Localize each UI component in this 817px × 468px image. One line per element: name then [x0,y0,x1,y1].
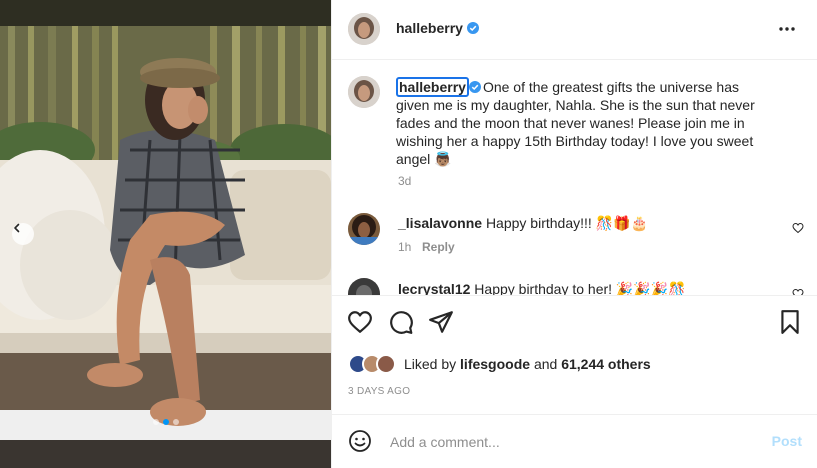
comments-list[interactable]: halleberry One of the greatest gifts the … [332,60,817,296]
carousel-indicator [0,419,331,425]
reply-button[interactable]: Reply [422,240,455,254]
comment-avatar[interactable] [348,213,380,245]
verified-badge-icon [466,22,479,34]
comment-timestamp[interactable]: 1h [398,240,411,254]
liker-avatars[interactable] [348,354,398,374]
carousel-dot-active [162,419,169,425]
photo-illustration [0,0,331,468]
avatar-image [348,213,380,245]
comment-username[interactable]: lecrystal12 [398,281,470,295]
like-comment-heart-icon[interactable] [792,288,804,296]
post-time-ago[interactable]: 3 DAYS AGO [348,386,410,397]
like-comment-heart-icon[interactable] [792,222,804,234]
likes-prefix: Liked by [404,356,457,372]
author-username-text[interactable]: halleberry [396,20,463,36]
carousel-prev-button[interactable] [12,223,34,245]
like-heart-icon[interactable] [347,309,373,335]
comment-avatar[interactable] [348,278,380,295]
avatar-image [348,76,380,108]
carousel-dot [172,419,179,425]
avatar-image [348,278,380,295]
likes-count[interactable]: 61,244 others [561,356,651,372]
caption-avatar[interactable] [348,76,380,108]
chevron-left-icon [14,223,20,233]
post-header: halleberry [332,0,817,60]
add-comment-bar: Post [332,414,817,468]
carousel-dot [152,419,159,425]
likes-summary: Liked by lifesgoode and 61,244 others [348,354,651,374]
more-horizontal-icon [779,27,795,31]
comment-item: lecrystal12 Happy birthday to her! 🎉🎉🎉🎊 [398,281,686,296]
liked-by-username[interactable]: lifesgoode [460,356,530,372]
post-actions [332,296,817,346]
post-photo[interactable] [0,0,331,468]
share-paper-plane-icon[interactable] [428,309,454,335]
post-caption: halleberry One of the greatest gifts the … [396,77,756,168]
comment-username[interactable]: _lisalavonne [398,215,482,231]
author-avatar[interactable] [348,13,380,45]
comment-text: Happy birthday to her! 🎉🎉🎉🎊 [474,281,686,296]
comment-bubble-icon[interactable] [388,309,414,335]
comment-text: Happy birthday!!! 🎊🎁🎂 [485,215,648,231]
verified-badge-icon [468,81,481,93]
author-username[interactable]: halleberry [396,20,479,36]
caption-timestamp[interactable]: 3d [398,174,411,188]
emoji-icon[interactable] [348,429,372,453]
post-comment-button[interactable]: Post [772,433,802,449]
likes-connector: and [533,356,558,372]
avatar-image [348,13,380,45]
save-bookmark-icon[interactable] [777,309,803,335]
post-side-panel: halleberry halleberry One of the greatest… [331,0,817,468]
caption-username[interactable]: halleberry [396,77,469,97]
comment-item: _lisalavonne Happy birthday!!! 🎊🎁🎂 [398,215,648,232]
liker-avatar [376,354,396,374]
more-options-button[interactable] [778,20,796,43]
comment-input[interactable] [388,430,752,454]
instagram-post-modal: halleberry halleberry One of the greatest… [0,0,817,468]
